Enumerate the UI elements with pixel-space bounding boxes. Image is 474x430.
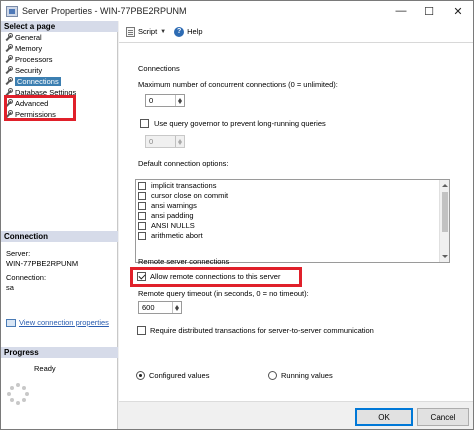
query-governor-label: Use query governor to prevent long-runni… [154, 119, 326, 128]
window-controls: — ☐ ✕ [387, 1, 473, 21]
page-item-label: Memory [15, 44, 43, 53]
option-label: cursor close on commit [151, 191, 229, 200]
remote-section-title: Remote server connections [138, 257, 230, 266]
right-pane: Script ▼ ? Help Connections Maximum numb… [119, 21, 473, 401]
option-label: ansi warnings [151, 201, 197, 210]
script-button[interactable]: Script [138, 27, 157, 36]
page-item-processors[interactable]: Processors [1, 54, 118, 65]
spin-arrows-icon[interactable] [172, 302, 181, 313]
option-label: ansi padding [151, 211, 194, 220]
window-title: Server Properties - WIN-77PBE2RPUNM [22, 6, 187, 16]
list-item[interactable]: ANSI NULLS [138, 221, 195, 230]
max-connections-stepper[interactable]: 0 [145, 94, 185, 107]
page-item-security[interactable]: Security [1, 65, 118, 76]
max-connections-label: Maximum number of concurrent connections… [138, 80, 338, 89]
spin-arrows-icon[interactable] [175, 136, 184, 147]
running-values-radio[interactable] [268, 371, 277, 380]
left-pane: Select a page General Memory Processors … [1, 21, 118, 429]
page-item-label: Connections [15, 77, 61, 86]
max-connections-value: 0 [149, 96, 154, 105]
connection-header: Connection [1, 231, 118, 242]
list-item[interactable]: ansi padding [138, 211, 194, 220]
wrench-icon [5, 77, 13, 85]
page-item-memory[interactable]: Memory [1, 43, 118, 54]
connection-value: sa [6, 283, 14, 292]
maximize-button[interactable]: ☐ [415, 1, 443, 21]
remote-timeout-label: Remote query timeout (in seconds, 0 = no… [138, 289, 309, 298]
chevron-down-icon[interactable]: ▼ [160, 29, 166, 35]
listbox-scrollbar[interactable] [439, 180, 449, 262]
list-item[interactable]: ansi warnings [138, 201, 197, 210]
dialog-footer: OK Cancel [119, 401, 473, 429]
list-item[interactable]: implicit transactions [138, 181, 216, 190]
page-item-general[interactable]: General [1, 32, 118, 43]
option-label: implicit transactions [151, 181, 217, 190]
script-icon [126, 26, 135, 37]
scroll-up-icon[interactable] [442, 181, 448, 187]
option-checkbox[interactable] [138, 191, 146, 200]
server-properties-window: Server Properties - WIN-77PBE2RPUNM — ☐ … [0, 0, 474, 430]
default-options-label: Default connection options: [138, 159, 229, 168]
configured-values-radio[interactable] [136, 371, 145, 380]
query-governor-value: 0 [149, 137, 154, 146]
page-item-connections[interactable]: Connections [1, 76, 118, 87]
server-label: Server: [6, 249, 31, 258]
wrench-icon [5, 55, 13, 63]
remote-timeout-value: 600 [142, 303, 155, 312]
option-checkbox[interactable] [138, 181, 146, 190]
minimize-button[interactable]: — [387, 1, 415, 21]
wrench-icon [5, 44, 13, 52]
option-label: arithmetic abort [151, 231, 203, 240]
spin-arrows-icon[interactable] [175, 95, 184, 106]
progress-header: Progress [1, 347, 118, 358]
title-bar: Server Properties - WIN-77PBE2RPUNM — ☐ … [1, 1, 473, 21]
connections-highlight-box [4, 95, 76, 121]
connections-section-title: Connections [138, 64, 180, 73]
option-checkbox[interactable] [138, 231, 146, 240]
wrench-icon [5, 66, 13, 74]
ok-button[interactable]: OK [355, 408, 413, 426]
list-item[interactable]: cursor close on commit [138, 191, 228, 200]
help-button[interactable]: Help [187, 27, 202, 36]
allow-remote-label: Allow remote connections to this server [150, 272, 281, 281]
close-button[interactable]: ✕ [443, 1, 473, 21]
wrench-icon [5, 33, 13, 41]
running-values-label: Running values [281, 371, 333, 380]
help-icon: ? [174, 26, 185, 37]
option-checkbox[interactable] [138, 221, 146, 230]
option-checkbox[interactable] [138, 211, 146, 220]
page-item-label: Security [15, 66, 43, 75]
configured-values-label: Configured values [149, 371, 210, 380]
list-item[interactable]: arithmetic abort [138, 231, 203, 240]
page-item-label: Processors [15, 55, 53, 64]
allow-remote-checkbox[interactable] [137, 272, 146, 281]
toolbar: Script ▼ ? Help [119, 21, 473, 43]
view-connection-properties-link[interactable]: View connection properties [19, 318, 109, 327]
server-app-icon [6, 5, 18, 17]
select-page-header: Select a page [1, 21, 118, 32]
properties-icon [6, 318, 16, 327]
default-options-listbox[interactable]: implicit transactions cursor close on co… [135, 179, 450, 263]
option-label: ANSI NULLS [151, 221, 195, 230]
query-governor-stepper[interactable]: 0 [145, 135, 185, 148]
connection-label: Connection: [6, 273, 47, 282]
cancel-button[interactable]: Cancel [417, 408, 469, 426]
progress-status: Ready [34, 364, 56, 373]
remote-timeout-stepper[interactable]: 600 [138, 301, 182, 314]
distributed-tx-checkbox[interactable] [137, 326, 146, 335]
option-checkbox[interactable] [138, 201, 146, 210]
view-connection-properties-row[interactable]: View connection properties [6, 318, 109, 327]
page-item-label: General [15, 33, 42, 42]
query-governor-checkbox[interactable] [140, 119, 149, 128]
scroll-down-icon[interactable] [442, 255, 448, 261]
scroll-thumb[interactable] [442, 192, 448, 232]
distributed-tx-label: Require distributed transactions for ser… [150, 326, 374, 335]
progress-spinner-icon [7, 383, 29, 405]
server-value: WIN-77PBE2RPUNM [6, 259, 79, 268]
